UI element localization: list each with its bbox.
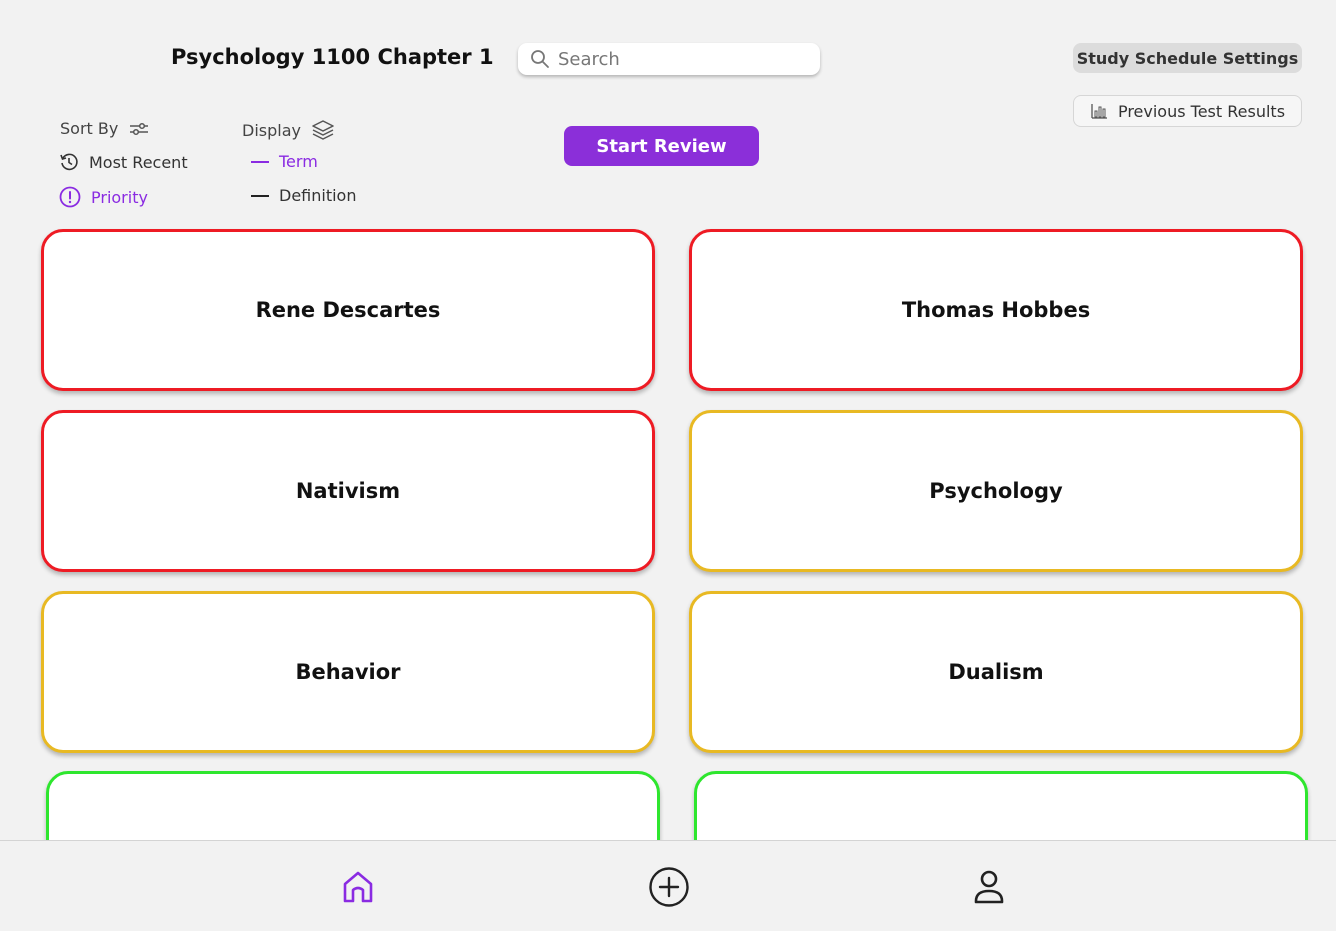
dash-icon <box>251 194 269 197</box>
home-icon <box>343 871 373 903</box>
layers-icon <box>312 120 334 140</box>
search-input[interactable] <box>558 48 798 70</box>
display-label: Display <box>242 120 301 140</box>
flashcard[interactable]: Rene Descartes <box>41 229 655 391</box>
previous-test-results-label: Previous Test Results <box>1117 101 1286 121</box>
flashcard[interactable]: Psychology <box>689 410 1303 572</box>
nav-home[interactable] <box>334 863 382 911</box>
flashcard[interactable]: Nativism <box>41 410 655 572</box>
sort-option-most-recent[interactable]: Most Recent <box>59 152 188 172</box>
search-bar[interactable] <box>518 43 820 75</box>
dash-icon <box>251 160 269 163</box>
sliders-icon <box>130 122 149 135</box>
sort-option-label: Most Recent <box>89 152 188 172</box>
sort-option-priority[interactable]: Priority <box>59 186 148 208</box>
sort-option-label: Priority <box>91 187 148 207</box>
flashcard[interactable]: Behavior <box>41 591 655 753</box>
display-option-definition[interactable]: Definition <box>251 186 356 205</box>
previous-test-results-button[interactable]: Previous Test Results <box>1073 95 1302 127</box>
bottom-nav <box>0 840 1336 931</box>
bar-chart-icon <box>1091 104 1107 119</box>
alert-circle-icon <box>59 186 81 208</box>
add-icon <box>649 867 689 907</box>
page-title: Psychology 1100 Chapter 1 <box>171 45 494 69</box>
display-option-term[interactable]: Term <box>251 152 318 171</box>
sort-by-control[interactable]: Sort By <box>60 119 150 138</box>
sort-by-label: Sort By <box>60 119 119 138</box>
display-option-label: Term <box>279 152 318 171</box>
profile-icon <box>974 870 1004 904</box>
nav-add[interactable] <box>645 863 693 911</box>
display-control[interactable]: Display <box>242 119 335 141</box>
study-schedule-settings-button[interactable]: Study Schedule Settings <box>1073 43 1302 73</box>
flashcard[interactable]: Thomas Hobbes <box>689 229 1303 391</box>
start-review-button[interactable]: Start Review <box>564 126 759 166</box>
search-icon <box>531 50 549 68</box>
nav-profile[interactable] <box>965 863 1013 911</box>
flashcard[interactable]: Dualism <box>689 591 1303 753</box>
display-option-label: Definition <box>279 186 357 205</box>
history-clock-icon <box>60 153 78 171</box>
